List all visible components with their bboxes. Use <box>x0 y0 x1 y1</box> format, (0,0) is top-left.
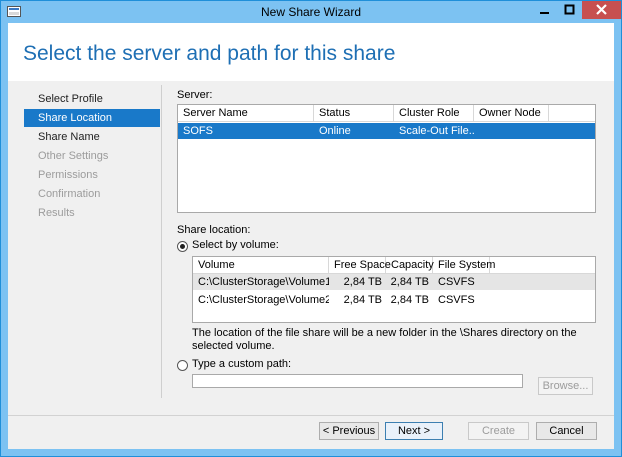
column-header-file-system[interactable]: File System <box>433 257 495 273</box>
capacity-cell: 2,84 TB <box>390 276 429 288</box>
server-list[interactable]: Server Name Status Cluster Role Owner No… <box>177 104 596 213</box>
nav-item-results: Results <box>38 207 75 219</box>
nav-item-other-settings: Other Settings <box>38 150 109 162</box>
close-button[interactable] <box>582 1 621 19</box>
column-header-status[interactable]: Status <box>314 105 394 121</box>
volume-row[interactable]: C:\ClusterStorage\Volume1 2,84 TB 2,84 T… <box>193 274 595 290</box>
header-band: Select the server and path for this shar… <box>8 23 614 81</box>
footer-divider <box>8 415 614 416</box>
server-name-cell: SOFS <box>183 125 213 137</box>
column-header-free-space[interactable]: Free Space <box>329 257 391 273</box>
nav-divider <box>161 85 162 398</box>
server-list-header: Server Name Status Cluster Role Owner No… <box>178 105 595 122</box>
custom-path-input[interactable] <box>192 374 523 388</box>
volume-note: The location of the file share will be a… <box>192 327 577 352</box>
server-label: Server: <box>177 89 213 101</box>
volume-row[interactable]: C:\ClusterStorage\Volume2 2,84 TB 2,84 T… <box>193 292 595 308</box>
status-cell: Online <box>319 125 351 137</box>
minimize-icon <box>540 12 549 14</box>
volume-list-header: Volume Free Space Capacity File System <box>193 257 595 274</box>
nav-item-select-profile[interactable]: Select Profile <box>24 90 160 108</box>
capacity-cell: 2,84 TB <box>390 294 429 306</box>
maximize-button[interactable] <box>557 1 582 19</box>
radio-selected-dot <box>180 244 185 249</box>
server-row[interactable]: SOFS Online Scale-Out File... <box>178 123 595 139</box>
share-location-label: Share location: <box>177 224 251 236</box>
nav-item-permissions: Permissions <box>38 169 98 181</box>
nav-item-confirmation: Confirmation <box>38 188 101 200</box>
next-button[interactable]: Next > <box>385 422 443 440</box>
select-by-volume-radio[interactable] <box>177 241 188 252</box>
free-space-cell: 2,84 TB <box>343 294 382 306</box>
close-icon <box>596 4 607 15</box>
custom-path-label[interactable]: Type a custom path: <box>192 358 291 370</box>
window-title: New Share Wizard <box>260 5 362 19</box>
column-header-server-name[interactable]: Server Name <box>178 105 314 121</box>
wizard-body: Select the server and path for this shar… <box>8 23 614 449</box>
wizard-window: New Share Wizard Select the server and p… <box>0 0 622 457</box>
custom-path-radio[interactable] <box>177 360 188 371</box>
maximize-icon <box>564 4 575 15</box>
browse-button[interactable]: Browse... <box>538 377 593 395</box>
select-by-volume-label[interactable]: Select by volume: <box>192 239 279 251</box>
cancel-button[interactable]: Cancel <box>536 422 597 440</box>
page-title: Select the server and path for this shar… <box>23 42 396 65</box>
nav-item-share-name[interactable]: Share Name <box>24 128 160 146</box>
column-header-capacity[interactable]: Capacity <box>386 257 434 273</box>
create-button[interactable]: Create <box>468 422 529 440</box>
cluster-role-cell: Scale-Out File... <box>399 125 474 137</box>
column-header-owner-node[interactable]: Owner Node <box>474 105 549 121</box>
nav-item-share-location[interactable]: Share Location <box>24 109 160 127</box>
free-space-cell: 2,84 TB <box>343 276 382 288</box>
volume-list[interactable]: Volume Free Space Capacity File System C… <box>192 256 596 323</box>
minimize-button[interactable] <box>532 1 557 19</box>
owner-node-cell <box>474 123 549 139</box>
previous-button[interactable]: < Previous <box>319 422 379 440</box>
column-header-volume[interactable]: Volume <box>193 257 329 273</box>
volume-cell: C:\ClusterStorage\Volume1 <box>198 276 329 288</box>
title-bar: New Share Wizard <box>1 1 621 23</box>
volume-cell: C:\ClusterStorage\Volume2 <box>198 294 329 306</box>
column-header-cluster-role[interactable]: Cluster Role <box>394 105 474 121</box>
file-system-cell: CSVFS <box>438 294 475 306</box>
file-system-cell: CSVFS <box>438 276 475 288</box>
